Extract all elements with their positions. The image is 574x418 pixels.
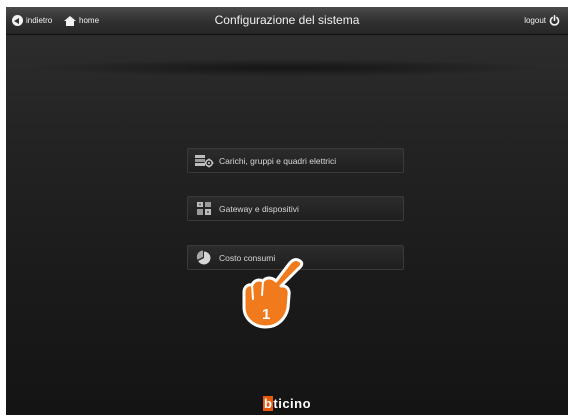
top-bar: indietro home Configurazione del sistema… <box>6 7 568 35</box>
logout-button[interactable]: logout <box>524 7 560 34</box>
screen: indietro home Configurazione del sistema… <box>6 7 568 415</box>
logout-label: logout <box>524 16 546 25</box>
power-icon <box>549 15 560 26</box>
cost-pie-icon <box>193 250 215 266</box>
gateway-icon <box>193 201 215 217</box>
menu-item-label: Carichi, gruppi e quadri elettrici <box>219 155 337 166</box>
header-shadow <box>26 59 548 77</box>
menu-item-label: Gateway e dispositivi <box>219 203 299 214</box>
step-number: 1 <box>262 306 270 323</box>
device-frame: indietro home Configurazione del sistema… <box>0 0 574 418</box>
bticino-logo: bticino <box>262 396 312 411</box>
page-title: Configurazione del sistema <box>214 13 360 27</box>
menu-item-gateway-devices[interactable]: Gateway e dispositivi <box>187 196 404 221</box>
pointing-hand-icon: 1 <box>242 258 304 329</box>
electrical-panel-icon <box>193 153 215 169</box>
menu-item-loads-groups-panels[interactable]: Carichi, gruppi e quadri elettrici <box>187 148 404 173</box>
